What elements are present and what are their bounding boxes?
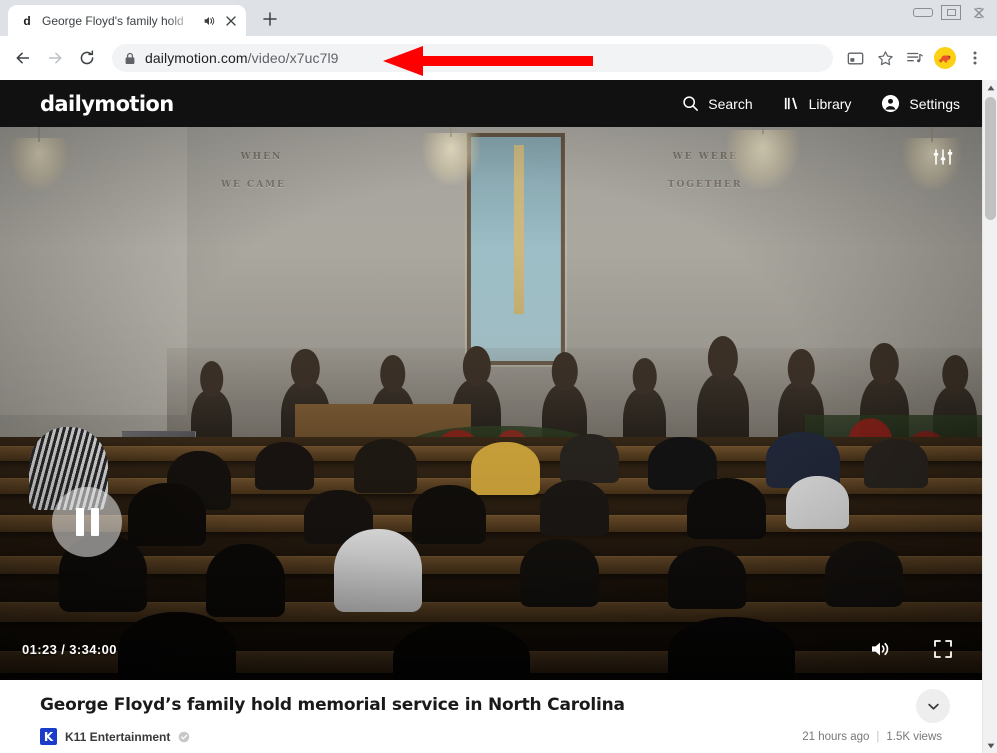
site-header: dailymotion Search Library Settings [0,80,982,127]
stats-separator: | [876,730,880,743]
nav-item-library[interactable]: Library [783,95,852,112]
three-dot-menu-icon[interactable] [961,44,989,72]
avatar: K [40,728,57,745]
scroll-down-arrow-icon[interactable] [983,738,997,753]
video-meta-row: K K11 Entertainment 21 hours ago | 1.5K … [40,728,942,745]
url-path: /video/x7uc7l9 [247,50,339,66]
extension-avatar-icon[interactable] [931,44,959,72]
nav-item-settings[interactable]: Settings [881,94,960,113]
forward-arrow-icon [40,43,70,73]
back-arrow-icon[interactable] [8,43,38,73]
browser-tab[interactable]: d George Floyd's family hold [8,5,246,36]
page-viewport: dailymotion Search Library Settings 01:2… [0,80,982,753]
library-icon [783,95,800,112]
site-nav: Search Library Settings [682,94,960,113]
view-count: 1.5K views [886,730,942,743]
browser-toolbar: dailymotion.com/video/x7uc7l9 [0,36,997,80]
search-icon [682,95,699,112]
video-info-bar: George Floyd’s family hold memorial serv… [0,680,982,753]
media-playlist-icon[interactable] [901,44,929,72]
fullscreen-icon[interactable] [930,636,956,662]
speaker-playing-icon[interactable] [202,14,216,28]
video-player[interactable]: WHEN WE CAME WE WERE TOGETHER [0,127,982,680]
browser-window: d George Floyd's family hold dailymotion… [0,0,997,753]
cast-icon[interactable] [841,44,869,72]
star-icon[interactable] [871,44,899,72]
nav-item-library-label: Library [808,95,852,112]
duration: 3:34:00 [69,641,117,657]
address-bar[interactable]: dailymotion.com/video/x7uc7l9 [112,44,833,72]
published-time: 21 hours ago [802,730,870,743]
tab-close-icon[interactable] [223,13,239,29]
lock-icon [124,52,136,65]
scrollbar-thumb[interactable] [985,97,996,220]
tab-strip: d George Floyd's family hold [0,0,997,36]
channel-name: K11 Entertainment [65,729,171,744]
url-text: dailymotion.com/video/x7uc7l9 [145,50,339,66]
page-scrollbar[interactable] [982,80,997,753]
pause-icon[interactable] [52,487,122,557]
time-display: 01:23 / 3:34:00 [22,642,117,657]
time-separator: / [61,641,66,657]
page-title: George Floyd’s family hold memorial serv… [40,695,625,715]
video-stats: 21 hours ago | 1.5K views [802,731,942,743]
dailymotion-favicon-icon: d [23,13,31,28]
new-tab-button[interactable] [256,5,284,33]
verified-check-icon [178,731,190,743]
browser-chrome: d George Floyd's family hold dailymotion… [0,0,997,80]
video-frame: WHEN WE CAME WE WERE TOGETHER [0,127,982,680]
current-time: 01:23 [22,641,58,657]
url-domain: dailymotion.com [145,50,248,66]
window-controls [909,2,993,24]
reload-icon[interactable] [72,43,102,73]
window-minimize-button[interactable] [909,2,937,23]
quality-sliders-icon[interactable] [930,144,956,170]
chevron-down-icon[interactable] [916,689,950,723]
nav-item-settings-label: Settings [909,95,960,112]
volume-on-icon[interactable] [868,636,894,662]
player-right-controls [868,636,956,662]
window-close-button[interactable] [965,2,993,23]
dailymotion-logo[interactable]: dailymotion [40,92,174,116]
player-controls: 01:23 / 3:34:00 [0,618,982,680]
window-maximize-button[interactable] [937,2,965,23]
nav-item-search-label: Search [708,95,753,112]
channel-link[interactable]: K K11 Entertainment [40,728,190,745]
account-circle-icon [881,94,900,113]
tab-title: George Floyd's family hold [42,13,184,28]
nav-item-search[interactable]: Search [682,95,753,112]
scroll-up-arrow-icon[interactable] [983,80,997,95]
